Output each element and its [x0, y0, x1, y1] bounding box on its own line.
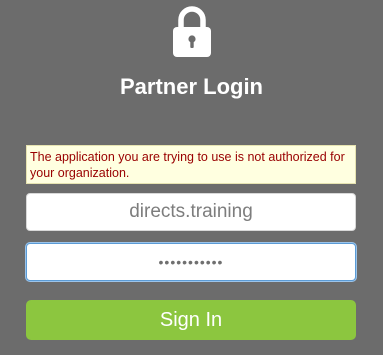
password-field[interactable]: ••••••••••• [26, 243, 356, 281]
sign-in-button[interactable]: Sign In [26, 300, 356, 340]
username-field[interactable]: directs.training [26, 193, 356, 231]
error-message: The application you are trying to use is… [26, 145, 356, 184]
page-title: Partner Login [119, 74, 263, 99]
lock-icon [172, 5, 212, 57]
